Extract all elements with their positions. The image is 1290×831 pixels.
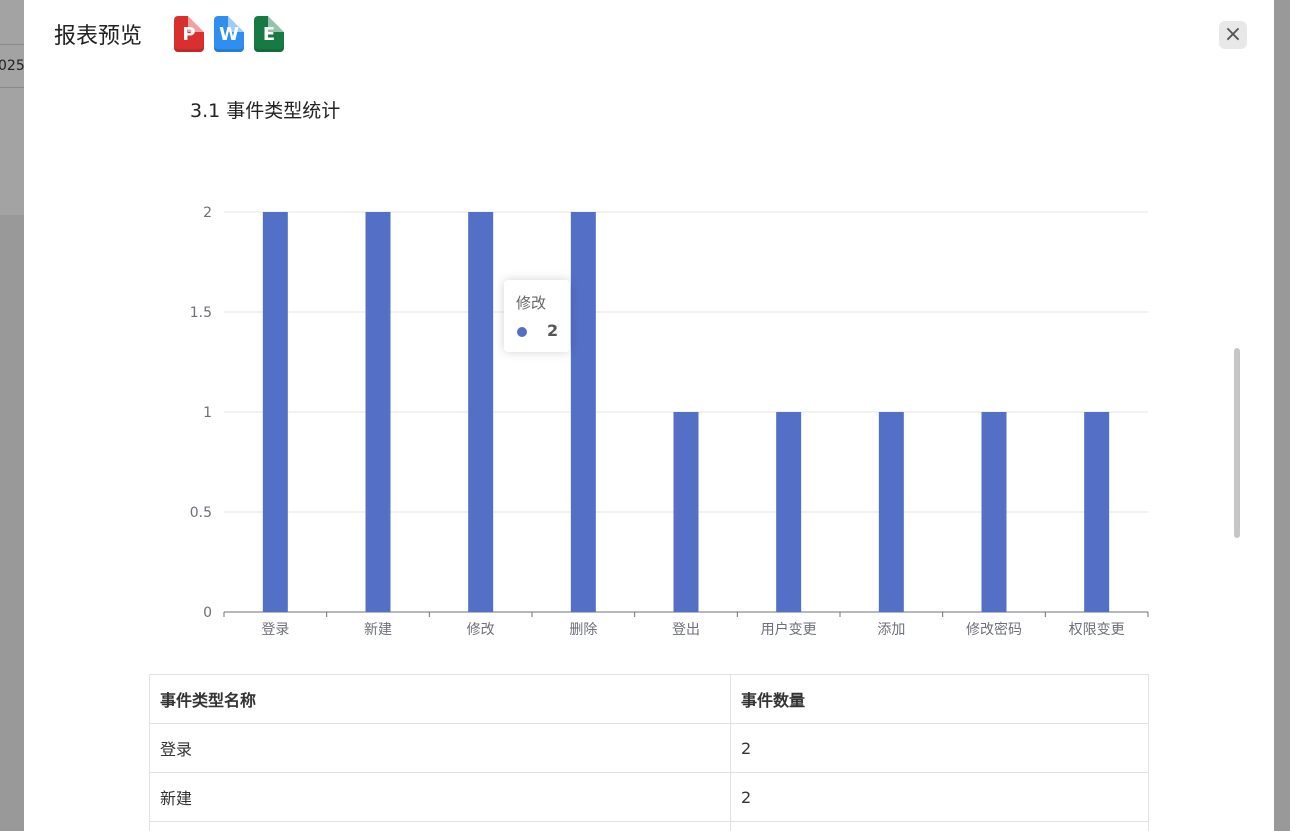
table-row: 登录 2 <box>149 723 1149 773</box>
x-tick-label: 新建 <box>364 622 392 638</box>
y-tick-label: 0 <box>203 605 212 621</box>
table-header-cell: 事件类型名称 <box>149 674 731 724</box>
y-tick-label: 1 <box>203 405 212 421</box>
y-tick-label: 2 <box>203 205 212 221</box>
chart-bar[interactable] <box>262 212 288 612</box>
x-tick-label: 修改密码 <box>966 621 1022 638</box>
table-cell: 新建 <box>149 772 731 822</box>
chart-bar[interactable] <box>365 212 391 612</box>
chart-tooltip: 修改 2 <box>504 280 570 352</box>
pdf-export-icon[interactable]: P <box>174 16 204 52</box>
table-row <box>149 821 1149 831</box>
y-tick-label: 0.5 <box>190 505 212 521</box>
chart-bar[interactable] <box>570 212 596 612</box>
table-cell <box>149 821 731 831</box>
excel-export-icon[interactable]: E <box>254 16 284 52</box>
event-type-bar-chart: 00.511.52登录 新建 修改 删除 登出 用户变更 添加 修改密码 权限变更 <box>190 205 1149 638</box>
chart-bar[interactable] <box>1084 412 1110 612</box>
close-button[interactable]: × <box>1219 21 1247 49</box>
page-fold-icon <box>188 16 204 32</box>
tooltip-category: 修改 <box>516 294 547 312</box>
table-header-cell: 事件数量 <box>730 674 1149 724</box>
x-tick-label: 删除 <box>569 622 597 638</box>
chart-bar[interactable] <box>468 212 494 612</box>
chart-bar[interactable] <box>776 412 802 612</box>
table-cell <box>730 821 1149 831</box>
x-tick-label: 权限变更 <box>1069 622 1125 638</box>
table-header-row: 事件类型名称 事件数量 <box>149 674 1149 724</box>
section-heading: 3.1 事件类型统计 <box>190 100 341 122</box>
vertical-scrollbar[interactable] <box>1234 348 1240 538</box>
y-tick-label: 1.5 <box>190 305 212 321</box>
event-type-table: 事件类型名称 事件数量 登录 2 新建 2 <box>149 674 1149 831</box>
table-cell: 登录 <box>149 723 731 773</box>
page-fold-icon <box>268 16 284 32</box>
modal-title: 报表预览 <box>54 24 143 49</box>
close-icon: × <box>1223 22 1243 47</box>
x-tick-label: 登出 <box>672 622 700 638</box>
page-fold-icon <box>228 16 244 32</box>
x-tick-label: 修改 <box>467 622 495 638</box>
x-tick-label: 登录 <box>261 622 289 638</box>
x-tick-label: 用户变更 <box>761 621 817 638</box>
table-row: 新建 2 <box>149 772 1149 822</box>
chart-bar[interactable] <box>981 412 1007 612</box>
table-cell: 2 <box>730 723 1149 773</box>
table-cell: 2 <box>730 772 1149 822</box>
x-tick-label: 添加 <box>877 622 905 638</box>
report-preview-modal: 报表预览 P W E × 3.1 事件类型统计 0 0.5 1 1.5 2 登录 新建 修改删… <box>24 0 1274 831</box>
chart-bar[interactable] <box>673 412 699 612</box>
word-export-icon[interactable]: W <box>214 16 244 52</box>
tooltip-series-dot <box>517 327 527 337</box>
tooltip-value: 2 <box>547 321 559 340</box>
chart-bar[interactable] <box>878 412 904 612</box>
